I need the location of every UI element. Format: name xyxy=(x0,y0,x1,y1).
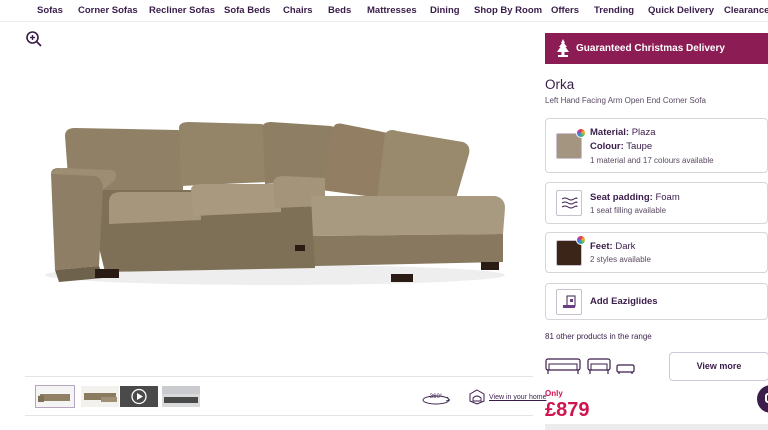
view-in-your-home-link[interactable]: View in your home xyxy=(489,394,546,401)
christmas-delivery-banner[interactable]: Guaranteed Christmas Delivery xyxy=(545,33,768,64)
nav-item-shop-by-room[interactable]: Shop By Room xyxy=(474,5,542,16)
material-availability: 1 material and 17 colours available xyxy=(590,156,714,165)
eaziglides-option-card[interactable]: Add Eaziglides xyxy=(545,283,768,320)
thumbnail-4[interactable] xyxy=(162,386,200,407)
product-subtitle: Left Hand Facing Arm Open End Corner Sof… xyxy=(545,96,706,105)
faded-content xyxy=(60,424,210,430)
colour-key: Colour: xyxy=(590,141,624,152)
augmented-reality-icon[interactable] xyxy=(469,389,485,405)
feet-key: Feet: xyxy=(590,241,613,252)
glides-icon xyxy=(556,289,582,315)
top-navigation: Sofas Corner Sofas Recliner Sofas Sofa B… xyxy=(0,0,768,22)
magnifier-plus-icon[interactable] xyxy=(25,30,43,48)
footstool-icon xyxy=(616,364,635,374)
bottom-bar xyxy=(545,424,768,430)
nav-item-chairs[interactable]: Chairs xyxy=(283,5,313,16)
wave-lines-icon xyxy=(556,190,582,216)
nav-item-sofa-beds[interactable]: Sofa Beds xyxy=(224,5,270,16)
feet-availability: 2 styles available xyxy=(590,255,651,264)
view-more-button[interactable]: View more xyxy=(669,352,768,381)
nav-item-trending[interactable]: Trending xyxy=(594,5,634,16)
material-key: Material: xyxy=(590,127,630,138)
nav-item-quick-delivery[interactable]: Quick Delivery xyxy=(648,5,714,16)
thumbnail-2[interactable] xyxy=(81,386,119,407)
nav-item-corner-sofas[interactable]: Corner Sofas xyxy=(78,5,138,16)
colour-wheel-icon xyxy=(576,128,586,138)
range-furniture-icons xyxy=(545,358,635,374)
padding-key: Seat padding: xyxy=(590,192,653,203)
product-main-image[interactable] xyxy=(25,30,533,366)
colour-wheel-icon xyxy=(576,235,586,245)
eaziglides-label: Add Eaziglides xyxy=(590,296,658,307)
price-prefix: Only xyxy=(545,389,563,398)
colour-value: Taupe xyxy=(626,141,653,152)
feet-value: Dark xyxy=(615,241,636,252)
video-thumbnail[interactable] xyxy=(120,386,158,407)
nav-item-dining[interactable]: Dining xyxy=(430,5,460,16)
feet-option-card[interactable]: Feet: Dark 2 styles available xyxy=(545,232,768,273)
thumbnail-strip: 360° View in your home xyxy=(25,376,546,416)
sofa-illustration xyxy=(45,122,505,285)
armchair-icon xyxy=(587,358,611,374)
material-value: Plaza xyxy=(631,127,656,138)
nav-item-recliner-sofas[interactable]: Recliner Sofas xyxy=(149,5,215,16)
padding-value: Foam xyxy=(655,192,680,203)
padding-availability: 1 seat filling available xyxy=(590,206,667,215)
christmas-tree-icon xyxy=(557,39,569,57)
banner-label: Guaranteed Christmas Delivery xyxy=(576,43,725,54)
nav-item-beds[interactable]: Beds xyxy=(328,5,351,16)
nav-item-sofas[interactable]: Sofas xyxy=(37,5,63,16)
360-view-icon[interactable]: 360° xyxy=(421,391,451,405)
nav-item-clearance[interactable]: Clearance xyxy=(724,5,768,16)
range-count-text: 81 other products in the range xyxy=(545,332,652,341)
sofa-icon xyxy=(545,358,581,374)
nav-item-mattresses[interactable]: Mattresses xyxy=(367,5,417,16)
chat-button[interactable] xyxy=(757,385,768,413)
nav-item-offers[interactable]: Offers xyxy=(551,5,579,16)
material-option-card[interactable]: Material: Plaza Colour: Taupe 1 material… xyxy=(545,118,768,173)
seat-padding-option-card[interactable]: Seat padding: Foam 1 seat filling availa… xyxy=(545,182,768,224)
price-value: £879 xyxy=(545,399,590,421)
360-label: 360° xyxy=(430,394,443,400)
product-title: Orka xyxy=(545,77,575,92)
thumbnail-1[interactable] xyxy=(35,385,75,408)
play-icon xyxy=(131,388,147,405)
